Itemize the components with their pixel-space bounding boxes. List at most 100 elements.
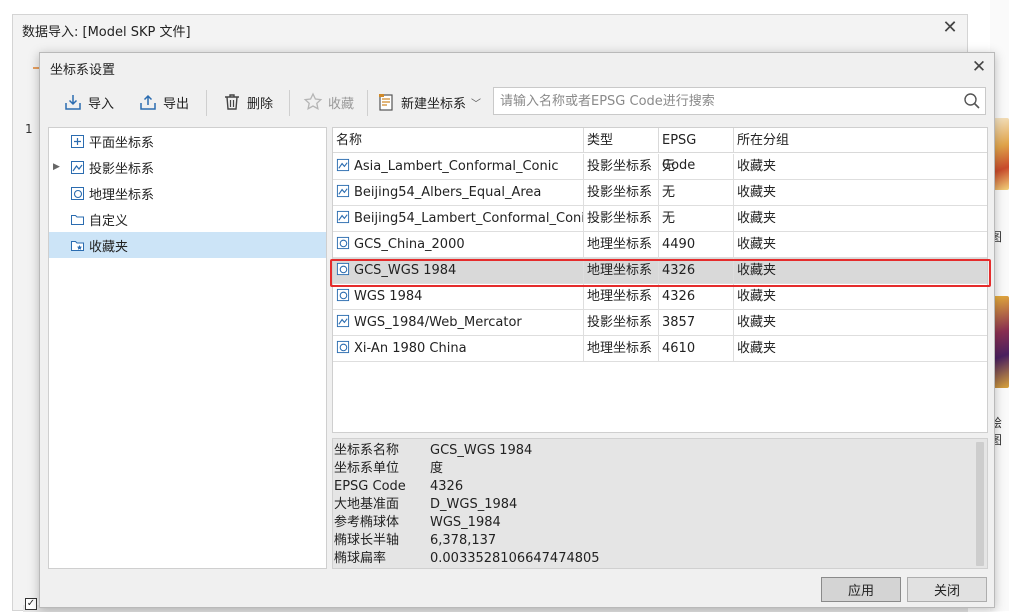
table-cell-name: Asia_Lambert_Conformal_Conic: [333, 154, 584, 180]
table-cell-group: 收藏夹: [734, 258, 987, 284]
table-cell-epsg: 4326: [659, 258, 734, 284]
table-cell-type: 投影坐标系: [584, 310, 659, 336]
chevron-down-icon[interactable]: ﹀: [471, 95, 481, 110]
table-cell-epsg: 无: [659, 154, 734, 180]
column-header-name[interactable]: 名称: [333, 128, 584, 153]
table-cell-group: 收藏夹: [734, 154, 987, 180]
table-row[interactable]: Asia_Lambert_Conformal_Conic 投影坐标系无 收藏夹: [333, 154, 987, 180]
import-button[interactable]: 导入: [63, 89, 114, 115]
detail-key: 椭球长半轴: [334, 533, 400, 548]
detail-key: 大地基准面: [334, 497, 400, 512]
thumbnail-image: [993, 118, 1009, 190]
cell-text: 收藏夹: [737, 185, 777, 200]
close-icon[interactable]: ✕: [968, 56, 990, 78]
table-cell-group: 收藏夹: [734, 180, 987, 206]
table-cell-group: 收藏夹: [734, 232, 987, 258]
cell-text: 收藏夹: [737, 211, 777, 226]
table-cell-epsg: 无: [659, 206, 734, 232]
search-icon[interactable]: [963, 92, 981, 110]
favorite-button[interactable]: 收藏: [303, 89, 354, 115]
import-icon: [65, 95, 81, 110]
column-header-group[interactable]: 所在分组: [734, 128, 987, 153]
table-cell-epsg: 4610: [659, 336, 734, 362]
cell-text: Beijing54_Albers_Equal_Area: [354, 185, 542, 200]
table-row[interactable]: Xi-An 1980 China 地理坐标系 4610 收藏夹: [333, 336, 987, 362]
toolbar-divider: [289, 90, 290, 116]
crs-details-panel: 坐标系名称 GCS_WGS 1984 坐标系单位 度 EPSG Code 4326 大地基准…: [332, 438, 988, 569]
apply-button[interactable]: 应用: [821, 577, 901, 602]
cell-text: Xi-An 1980 China: [354, 341, 467, 356]
details-scrollbar[interactable]: [976, 442, 984, 566]
new-crs-button[interactable]: 新建坐标系 ﹀: [376, 89, 481, 115]
table-row[interactable]: Beijing54_Lambert_Conformal_Conic 投影坐标系无 收…: [333, 206, 987, 232]
tree-item-geographic[interactable]: 地理坐标系: [49, 180, 326, 206]
detail-key: EPSG Code: [334, 479, 406, 494]
planar-crs-icon: [71, 135, 84, 148]
cell-text: 无: [662, 211, 676, 226]
import-label: 导入: [88, 96, 115, 112]
background-row-number: 1: [25, 122, 33, 136]
export-label: 导出: [163, 96, 190, 112]
cell-text: 投影坐标系: [587, 315, 653, 330]
detail-key: 坐标系名称: [334, 443, 400, 458]
cell-text: 4326: [662, 289, 696, 304]
projected-crs-icon: [71, 161, 84, 174]
background-close-icon[interactable]: ✕: [939, 17, 961, 38]
delete-label: 删除: [247, 96, 274, 112]
table-cell-group: 收藏夹: [734, 336, 987, 362]
tree-item-projected[interactable]: ▶ 投影坐标系: [49, 154, 326, 180]
search-box: [493, 87, 986, 115]
cell-text: 投影坐标系: [587, 211, 653, 226]
cell-text: 收藏夹: [737, 341, 777, 356]
table-cell-group: 收藏夹: [734, 284, 987, 310]
table-cell-epsg: 4490: [659, 232, 734, 258]
cell-text: 地理坐标系: [587, 237, 653, 252]
table-row[interactable]: Beijing54_Albers_Equal_Area 投影坐标系无 收藏夹: [333, 180, 987, 206]
detail-value: 0.0033528106647474805: [430, 551, 600, 566]
favorites-folder-icon: [71, 241, 84, 251]
delete-button[interactable]: 删除: [222, 89, 273, 115]
column-header-epsg[interactable]: EPSG Code: [659, 128, 734, 173]
background-checkbox[interactable]: ✓: [25, 598, 37, 610]
geographic-crs-icon: [71, 187, 84, 200]
table-cell-type: 投影坐标系: [584, 154, 659, 180]
export-button[interactable]: 导出: [138, 89, 189, 115]
tree-item-label: 投影坐标系: [89, 161, 155, 177]
dialog-title: 坐标系设置: [50, 63, 116, 78]
table-cell-type: 地理坐标系: [584, 258, 659, 284]
crs-table: 名称 类型 EPSG Code 所在分组 Asia_Lambert_Confor…: [332, 127, 988, 433]
table-row[interactable]: WGS 1984 地理坐标系 4326 收藏夹: [333, 284, 987, 310]
cell-text: 投影坐标系: [587, 185, 653, 200]
toolbar-divider: [206, 90, 207, 116]
cell-text: Beijing54_Lambert_Conformal_Conic: [354, 211, 584, 226]
new-crs-label: 新建坐标系: [401, 96, 467, 112]
detail-key: 坐标系单位: [334, 461, 400, 476]
table-row[interactable]: GCS_WGS 1984 地理坐标系 4326 收藏夹: [333, 258, 987, 284]
geographic-crs-icon: [336, 288, 350, 302]
favorite-label: 收藏: [328, 96, 355, 112]
table-row[interactable]: GCS_China_2000 地理坐标系 4490 收藏夹: [333, 232, 987, 258]
cell-text: 4610: [662, 341, 696, 356]
cell-text: 收藏夹: [737, 315, 777, 330]
table-cell-name: WGS_1984/Web_Mercator: [333, 310, 584, 336]
table-row[interactable]: WGS_1984/Web_Mercator 投影坐标系 3857 收藏夹: [333, 310, 987, 336]
tree-item-label: 平面坐标系: [89, 135, 155, 151]
crs-category-tree: 平面坐标系 ▶ 投影坐标系 地理坐标系 自定义 收藏夹: [48, 127, 327, 569]
tree-item-custom[interactable]: 自定义: [49, 206, 326, 232]
export-icon: [140, 94, 156, 110]
tree-item-planar[interactable]: 平面坐标系: [49, 128, 326, 154]
close-button[interactable]: 关闭: [907, 577, 987, 602]
thumbnail-image: [993, 296, 1009, 388]
table-cell-type: 地理坐标系: [584, 284, 659, 310]
cell-text: 地理坐标系: [587, 263, 653, 278]
projected-crs-icon: [336, 210, 350, 224]
table-cell-epsg: 无: [659, 180, 734, 206]
tree-item-favorites[interactable]: 收藏夹: [49, 232, 326, 258]
crs-settings-dialog: 坐标系设置 ✕ 导入 导出 删除 收藏 新建坐标系 ﹀ 请输入名称或者EPSG …: [39, 52, 995, 608]
expand-arrow-icon[interactable]: ▶: [53, 162, 63, 172]
search-input[interactable]: [494, 88, 954, 114]
table-cell-type: 地理坐标系: [584, 232, 659, 258]
tree-item-label: 收藏夹: [89, 239, 129, 255]
column-header-type[interactable]: 类型: [584, 128, 659, 153]
table-cell-type: 投影坐标系: [584, 180, 659, 206]
